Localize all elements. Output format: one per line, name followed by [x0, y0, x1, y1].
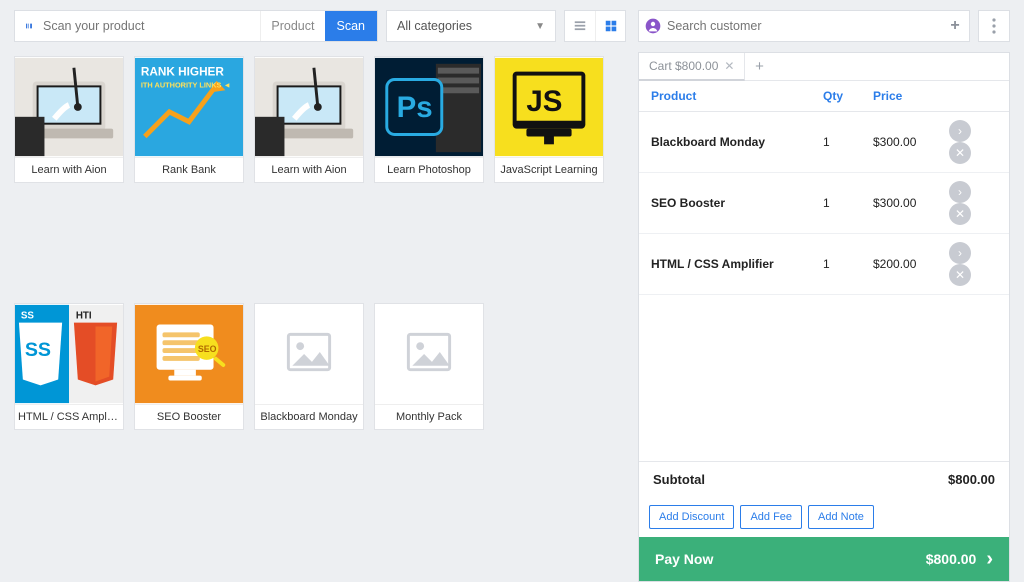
svg-text:JS: JS	[526, 85, 562, 118]
expand-item-button[interactable]: ›	[949, 181, 971, 203]
cart-row: SEO Booster1$300.00 ›✕	[639, 173, 1009, 234]
add-discount-button[interactable]: Add Discount	[649, 505, 734, 529]
cart-panel: Cart $800.00 ✕ + Product Qty Price Black…	[638, 52, 1010, 582]
cart-row: HTML / CSS Amplifier1$200.00 ›✕	[639, 234, 1009, 295]
expand-item-button[interactable]: ›	[949, 242, 971, 264]
cart-item-name: Blackboard Monday	[651, 135, 823, 149]
header-product: Product	[651, 89, 823, 103]
product-name: Monthly Pack	[375, 404, 483, 429]
list-view-button[interactable]	[565, 11, 595, 41]
add-fee-button[interactable]: Add Fee	[740, 505, 802, 529]
category-selected-label: All categories	[397, 19, 472, 33]
product-grid: Learn with Aion RANK HIGHERITH AUTHORITY …	[14, 56, 626, 430]
grid-view-button[interactable]	[595, 11, 625, 41]
svg-text:SS: SS	[25, 339, 51, 361]
product-card[interactable]: Learn with Aion	[254, 56, 364, 183]
pay-now-button[interactable]: Pay Now $800.00 ›	[639, 537, 1009, 581]
svg-text:Ps: Ps	[397, 91, 433, 124]
product-name: JavaScript Learning	[495, 157, 603, 182]
svg-text:RANK HIGHER: RANK HIGHER	[141, 66, 225, 79]
svg-text:SS: SS	[21, 311, 35, 322]
product-thumbnail	[255, 57, 363, 157]
svg-text:ITH AUTHORITY LINKS ◄: ITH AUTHORITY LINKS ◄	[141, 80, 231, 89]
header-price: Price	[873, 89, 943, 103]
remove-item-button[interactable]: ✕	[949, 142, 971, 164]
pay-now-amount: $800.00	[926, 551, 977, 567]
user-icon	[639, 18, 667, 34]
product-name: Learn Photoshop	[375, 157, 483, 182]
cart-item-name: SEO Booster	[651, 196, 823, 210]
product-name: SEO Booster	[135, 404, 243, 429]
cart-item-qty: 1	[823, 135, 873, 149]
add-cart-tab-button[interactable]: +	[745, 58, 773, 75]
svg-text:SEO: SEO	[198, 344, 217, 354]
cart-item-price: $300.00	[873, 135, 943, 149]
cart-tab[interactable]: Cart $800.00 ✕	[639, 53, 745, 81]
product-card[interactable]: JS JavaScript Learning	[494, 56, 604, 183]
product-name: Learn with Aion	[255, 157, 363, 182]
search-mode-label[interactable]: Product	[260, 11, 324, 41]
customer-search-input[interactable]	[667, 19, 941, 33]
more-menu-button[interactable]	[978, 10, 1010, 42]
product-name: Rank Bank	[135, 157, 243, 182]
cart-item-name: HTML / CSS Amplifier	[651, 257, 823, 271]
remove-item-button[interactable]: ✕	[949, 264, 971, 286]
pay-now-label: Pay Now	[655, 551, 713, 567]
view-toggle	[564, 10, 626, 42]
product-name: HTML / CSS Amplifier	[15, 404, 123, 429]
chevron-down-icon: ▼	[535, 21, 545, 32]
product-card[interactable]: HTI SS SS HTML / CSS Amplifier	[14, 303, 124, 430]
cart-row: Blackboard Monday1$300.00 ›✕	[639, 112, 1009, 173]
product-thumbnail: SEO	[135, 304, 243, 404]
add-note-button[interactable]: Add Note	[808, 505, 874, 529]
cart-tab-label: Cart $800.00	[649, 59, 718, 73]
barcode-icon	[15, 19, 43, 33]
product-thumbnail: Ps	[375, 57, 483, 157]
product-thumbnail: HTI SS SS	[15, 304, 123, 404]
cart-item-price: $300.00	[873, 196, 943, 210]
subtotal-label: Subtotal	[653, 472, 705, 487]
close-tab-icon[interactable]: ✕	[724, 59, 734, 73]
cart-item-qty: 1	[823, 196, 873, 210]
remove-item-button[interactable]: ✕	[949, 203, 971, 225]
cart-item-price: $200.00	[873, 257, 943, 271]
cart-header-row: Product Qty Price	[639, 81, 1009, 112]
product-thumbnail: JS	[495, 57, 603, 157]
product-name: Blackboard Monday	[255, 404, 363, 429]
product-search-box[interactable]: Product Scan	[14, 10, 378, 42]
product-card[interactable]: Blackboard Monday	[254, 303, 364, 430]
product-card[interactable]: Ps Learn Photoshop	[374, 56, 484, 183]
product-thumbnail	[15, 57, 123, 157]
cart-item-qty: 1	[823, 257, 873, 271]
header-qty: Qty	[823, 89, 873, 103]
product-thumbnail	[255, 304, 363, 404]
expand-item-button[interactable]: ›	[949, 120, 971, 142]
product-card[interactable]: SEO SEO Booster	[134, 303, 244, 430]
scan-button[interactable]: Scan	[325, 11, 378, 41]
product-card[interactable]: Learn with Aion	[14, 56, 124, 183]
product-card[interactable]: RANK HIGHERITH AUTHORITY LINKS ◄Rank Ban…	[134, 56, 244, 183]
category-select[interactable]: All categories ▼	[386, 10, 556, 42]
product-thumbnail	[375, 304, 483, 404]
product-name: Learn with Aion	[15, 157, 123, 182]
product-thumbnail: RANK HIGHERITH AUTHORITY LINKS ◄	[135, 57, 243, 157]
product-search-input[interactable]	[43, 19, 260, 33]
customer-search-box[interactable]: +	[638, 10, 970, 42]
svg-text:HTI: HTI	[76, 311, 92, 322]
product-card[interactable]: Monthly Pack	[374, 303, 484, 430]
subtotal-value: $800.00	[948, 472, 995, 487]
add-customer-button[interactable]: +	[941, 17, 969, 35]
